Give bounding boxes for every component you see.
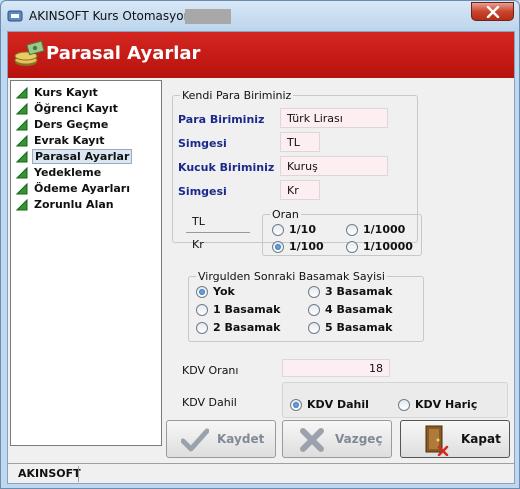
sidebar-item-label: Kurs Kayıt bbox=[34, 86, 98, 99]
radio-icon bbox=[196, 304, 208, 316]
sidebar-item-evrak-kayit[interactable]: Evrak Kayıt bbox=[13, 133, 159, 149]
redacted-block bbox=[185, 9, 231, 24]
sidebar-item-yedekleme[interactable]: Yedekleme bbox=[13, 165, 159, 181]
cancel-button-label: Vazgeç bbox=[335, 432, 383, 446]
sidebar-item-label: Ödeme Ayarları bbox=[34, 182, 130, 195]
cancel-button[interactable]: Vazgeç bbox=[282, 420, 392, 458]
sidebar-item-zorunlu-alan[interactable]: Zorunlu Alan bbox=[13, 197, 159, 213]
radio-label: 4 Basamak bbox=[325, 303, 393, 316]
status-separator bbox=[78, 466, 79, 482]
radio-label: 1/10000 bbox=[363, 240, 413, 253]
green-triangle-icon bbox=[16, 135, 28, 147]
subsymbol-field[interactable]: Kr bbox=[280, 180, 320, 200]
sidebar-item-odeme-ayarlari[interactable]: Ödeme Ayarları bbox=[13, 181, 159, 197]
close-window-button[interactable] bbox=[471, 2, 514, 21]
radio-icon bbox=[346, 224, 358, 236]
radio-label: Yok bbox=[213, 285, 235, 298]
unit-label: Para Biriminiz bbox=[178, 113, 265, 126]
x-icon bbox=[300, 428, 324, 452]
sidebar-item-label: Zorunlu Alan bbox=[34, 198, 114, 211]
page-header: Parasal Ayarlar bbox=[8, 32, 514, 78]
radio-label: 2 Basamak bbox=[213, 321, 281, 334]
close-button-label: Kapat bbox=[461, 432, 501, 446]
radio-icon bbox=[272, 224, 284, 236]
page-title: Parasal Ayarlar bbox=[46, 43, 201, 64]
radio-label: 5 Basamak bbox=[325, 321, 393, 334]
sidebar-item-label: Ders Geçme bbox=[34, 118, 109, 131]
green-triangle-icon bbox=[16, 167, 28, 179]
status-text: AKINSOFT bbox=[18, 467, 81, 480]
save-button-label: Kaydet bbox=[217, 432, 265, 446]
radio-label: 1/1000 bbox=[363, 223, 406, 236]
sidebar-item-label: Öğrenci Kayıt bbox=[34, 102, 118, 115]
sidebar-item-label: Yedekleme bbox=[34, 166, 102, 179]
radio-icon bbox=[308, 286, 320, 298]
money-icon bbox=[14, 40, 45, 66]
ratio-bottom-label: Kr bbox=[192, 238, 204, 251]
subunit-field[interactable]: Kuruş bbox=[280, 156, 388, 176]
radio-label: 1/10 bbox=[289, 223, 316, 236]
kdv-rate-label: KDV Oranı bbox=[182, 364, 239, 377]
radio-label: KDV Hariç bbox=[415, 398, 478, 411]
close-button[interactable]: Kapat bbox=[400, 420, 510, 458]
title-bar[interactable]: AKINSOFT Kurs Otomasyonu s bbox=[1, 1, 519, 31]
sidebar-item-ogrenci-kayit[interactable]: Öğrenci Kayıt bbox=[13, 101, 159, 117]
decimals-label: Virgulden Sonraki Basamak Sayisi bbox=[196, 270, 387, 283]
sidebar-item-label: Parasal Ayarlar bbox=[32, 149, 133, 164]
door-icon bbox=[425, 425, 449, 456]
oran-label: Oran bbox=[270, 208, 301, 221]
radio-icon bbox=[308, 304, 320, 316]
status-bar: AKINSOFT bbox=[8, 463, 514, 483]
content-frame: Parasal Ayarlar Kurs Kayıt Öğrenci Kayıt… bbox=[7, 31, 515, 484]
checkmark-icon bbox=[181, 428, 209, 452]
app-icon bbox=[7, 10, 23, 22]
sidebar-item-label: Evrak Kayıt bbox=[34, 134, 105, 147]
radio-label: KDV Dahil bbox=[307, 398, 369, 411]
green-triangle-icon bbox=[16, 119, 28, 131]
symbol-label: Simgesi bbox=[178, 137, 227, 150]
radio-label: 1 Basamak bbox=[213, 303, 281, 316]
sidebar-item-kurs-kayit[interactable]: Kurs Kayıt bbox=[13, 85, 159, 101]
subunit-label: Kucuk Biriminiz bbox=[178, 161, 275, 174]
settings-sidebar: Kurs Kayıt Öğrenci Kayıt Ders Geçme Evra… bbox=[10, 80, 162, 446]
radio-icon bbox=[196, 322, 208, 334]
green-triangle-icon bbox=[16, 103, 28, 115]
app-window: AKINSOFT Kurs Otomasyonu s Parasal Ayarl… bbox=[0, 0, 520, 489]
sidebar-item-ders-gecme[interactable]: Ders Geçme bbox=[13, 117, 159, 133]
ratio-top-label: TL bbox=[192, 215, 205, 228]
kdv-included-label: KDV Dahil bbox=[182, 396, 237, 409]
radio-label: 1/100 bbox=[289, 240, 324, 253]
radio-label: 3 Basamak bbox=[325, 285, 393, 298]
green-triangle-icon bbox=[16, 199, 28, 211]
window-title: AKINSOFT Kurs Otomasyonu s bbox=[29, 9, 209, 23]
currency-group-label: Kendi Para Biriminiz bbox=[180, 89, 294, 102]
green-triangle-icon bbox=[16, 183, 28, 195]
radio-selected-icon bbox=[290, 399, 302, 411]
radio-icon bbox=[398, 399, 410, 411]
subsymbol-label: Simgesi bbox=[178, 185, 227, 198]
ratio-divider bbox=[186, 232, 250, 233]
save-button[interactable]: Kaydet bbox=[166, 420, 276, 458]
radio-selected-icon bbox=[272, 241, 284, 253]
sidebar-item-parasal-ayarlar[interactable]: Parasal Ayarlar bbox=[13, 149, 159, 165]
radio-selected-icon bbox=[196, 286, 208, 298]
symbol-field[interactable]: TL bbox=[280, 132, 320, 152]
radio-icon bbox=[308, 322, 320, 334]
settings-panel: Kendi Para Biriminiz Para Biriminiz Türk… bbox=[166, 80, 512, 446]
green-triangle-icon bbox=[16, 151, 28, 163]
unit-field[interactable]: Türk Lirası bbox=[280, 108, 388, 128]
kdv-rate-field[interactable]: 18 bbox=[282, 359, 390, 377]
green-triangle-icon bbox=[16, 87, 28, 99]
close-icon bbox=[486, 6, 500, 18]
radio-icon bbox=[346, 241, 358, 253]
